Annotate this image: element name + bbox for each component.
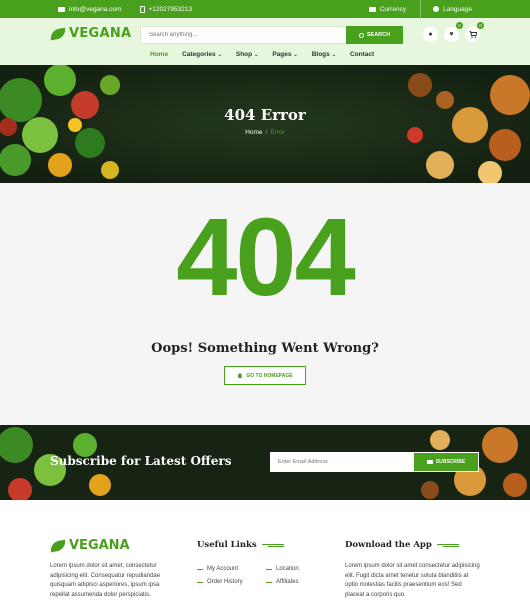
subscribe-banner: Subscribe for Latest Offers SUBSCRIBE bbox=[0, 425, 530, 500]
breadcrumb-home[interactable]: Home bbox=[245, 129, 262, 136]
globe-icon bbox=[433, 6, 440, 12]
dash-icon bbox=[266, 581, 272, 583]
wishlist-count-badge: 0 bbox=[456, 22, 463, 29]
breadcrumb-separator: / bbox=[265, 129, 268, 136]
subscribe-title: Subscribe for Latest Offers bbox=[50, 454, 232, 468]
nav-contact[interactable]: Contact bbox=[350, 51, 374, 58]
logo-text: VEGANA bbox=[69, 26, 132, 41]
banner-background-image bbox=[0, 65, 530, 183]
top-email-text: info@vegana.com bbox=[69, 5, 122, 13]
page-banner: 404 Error Home / Error bbox=[0, 65, 530, 183]
leaf-logo-icon bbox=[49, 539, 67, 552]
heading-decoration bbox=[436, 543, 459, 547]
page-title: 404 Error bbox=[224, 106, 306, 124]
search-icon bbox=[358, 32, 364, 38]
search-button[interactable]: SEARCH bbox=[346, 26, 403, 44]
chevron-down-icon: ⌄ bbox=[293, 52, 298, 58]
nav-pages[interactable]: Pages ⌄ bbox=[272, 51, 297, 58]
account-button[interactable]: ● bbox=[423, 27, 438, 42]
subscribe-form: SUBSCRIBE bbox=[270, 452, 479, 472]
useful-links-title: Useful Links bbox=[197, 540, 257, 550]
link-label: My Account bbox=[207, 566, 239, 572]
go-home-label: GO TO HOMEPAGE bbox=[246, 372, 293, 379]
footer-about-text: Lorem ipsum dolor sit amet, consectetur … bbox=[50, 563, 161, 598]
link-label: Affiliates bbox=[276, 579, 299, 585]
footer-logo[interactable]: VEGANA bbox=[49, 538, 130, 553]
link-label: Order History bbox=[207, 579, 243, 585]
nav-categories[interactable]: Categories ⌄ bbox=[182, 51, 222, 58]
search-input[interactable] bbox=[140, 26, 346, 44]
chevron-down-icon: ⌄ bbox=[331, 52, 336, 58]
header-icons: ● ♥ 0 0 bbox=[423, 22, 484, 42]
home-icon bbox=[237, 373, 243, 378]
dash-icon bbox=[266, 568, 272, 570]
chevron-down-icon: ⌄ bbox=[254, 52, 259, 58]
nav-blogs[interactable]: Blogs ⌄ bbox=[312, 51, 336, 58]
language-label: Language bbox=[443, 5, 472, 13]
top-phone-text: +12027953213 bbox=[148, 5, 193, 13]
search-bar: SEARCH bbox=[140, 26, 403, 44]
nav-home[interactable]: Home bbox=[150, 51, 168, 58]
leaf-logo-icon bbox=[49, 27, 67, 40]
link-order-history[interactable]: Order History bbox=[197, 579, 266, 585]
chevron-down-icon: ⌄ bbox=[217, 52, 222, 58]
download-app-title: Download the App bbox=[345, 540, 432, 550]
heart-icon: ♥ bbox=[449, 31, 454, 38]
download-app-heading: Download the App bbox=[345, 540, 459, 550]
footer: VEGANA Lorem ipsum dolor sit amet, conse… bbox=[0, 500, 530, 600]
language-selector[interactable]: Language bbox=[421, 6, 472, 13]
nav-shop-label: Shop bbox=[235, 51, 253, 58]
download-app-column: Download the App bbox=[345, 540, 459, 550]
link-location[interactable]: Location bbox=[266, 566, 326, 572]
useful-links-heading: Useful Links bbox=[197, 540, 284, 550]
link-label: Location bbox=[276, 566, 299, 572]
top-bar: info@vegana.com +12027953213 Currency La… bbox=[0, 0, 530, 18]
footer-logo-text: VEGANA bbox=[69, 538, 130, 553]
cart-button[interactable]: 0 bbox=[465, 22, 484, 42]
header: VEGANA SEARCH ● ♥ 0 0 Home Categories⌄ S… bbox=[0, 18, 530, 65]
main-nav: Home Categories ⌄ Shop ⌄ Pages ⌄ Blogs ⌄ Con… bbox=[150, 51, 374, 58]
useful-links-column: Useful Links bbox=[197, 540, 284, 550]
dash-icon bbox=[197, 581, 203, 583]
currency-label: Currency bbox=[379, 5, 407, 13]
cart-count-badge: 0 bbox=[477, 22, 484, 29]
useful-links-list: My Account Location Order History Affili… bbox=[197, 566, 326, 585]
dash-icon bbox=[197, 568, 203, 570]
error-title: Oops! Something Went Wrong? bbox=[151, 341, 379, 356]
link-affiliates[interactable]: Affiliates bbox=[266, 579, 326, 585]
email-field[interactable] bbox=[270, 452, 413, 472]
error-section: 404 Oops! Something Went Wrong? GO TO HO… bbox=[0, 183, 530, 425]
link-my-account[interactable]: My Account bbox=[197, 566, 266, 572]
phone-icon bbox=[139, 5, 145, 13]
user-icon: ● bbox=[428, 31, 433, 38]
cart-icon bbox=[468, 31, 477, 38]
breadcrumb-current: Error bbox=[270, 129, 285, 136]
logo[interactable]: VEGANA bbox=[49, 26, 132, 41]
go-home-button[interactable]: GO TO HOMEPAGE bbox=[224, 366, 306, 385]
top-phone[interactable]: +12027953213 bbox=[139, 5, 193, 13]
search-button-label: SEARCH bbox=[366, 32, 391, 38]
breadcrumb: Home / Error bbox=[0, 129, 530, 136]
subscribe-button-label: SUBSCRIBE bbox=[435, 459, 466, 465]
nav-pages-label: Pages bbox=[272, 51, 292, 58]
currency-selector[interactable]: Currency bbox=[357, 6, 406, 13]
error-code: 404 bbox=[176, 196, 356, 319]
top-email[interactable]: info@vegana.com bbox=[58, 6, 122, 13]
nav-blogs-label: Blogs bbox=[311, 51, 330, 58]
money-icon bbox=[368, 6, 376, 12]
heading-decoration bbox=[261, 543, 284, 547]
mail-icon bbox=[426, 460, 433, 464]
envelope-icon bbox=[58, 6, 65, 12]
nav-shop[interactable]: Shop ⌄ bbox=[236, 51, 258, 58]
wishlist-button[interactable]: ♥ 0 bbox=[444, 22, 463, 42]
subscribe-button[interactable]: SUBSCRIBE bbox=[413, 452, 479, 472]
download-app-text: Lorem ipsum dolor sit amet consectetur a… bbox=[345, 563, 480, 598]
nav-categories-label: Categories bbox=[182, 51, 216, 58]
